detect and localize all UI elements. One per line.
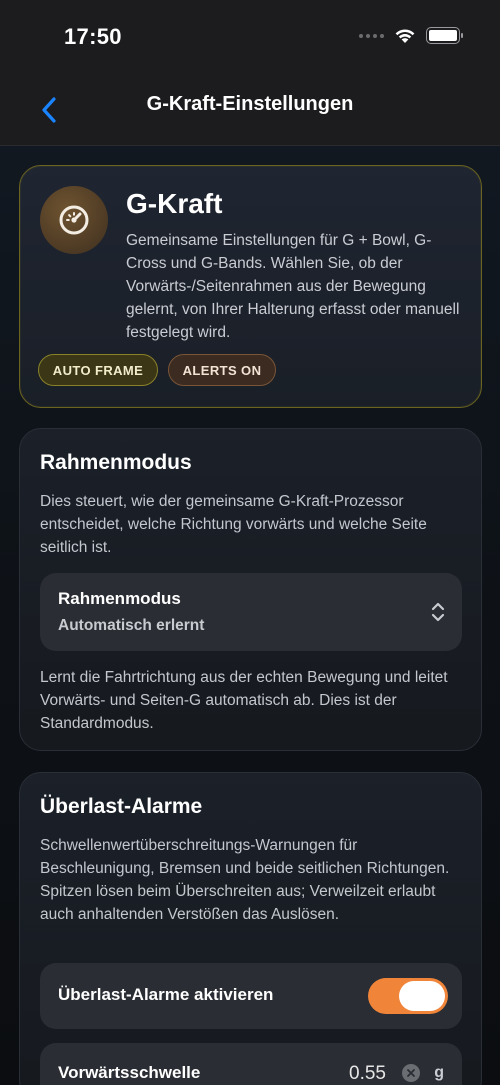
frame-mode-card: Rahmenmodus Dies steuert, wie der gemein…	[19, 428, 482, 751]
cellular-signal-icon	[359, 33, 384, 38]
page-title: G-Kraft-Einstellungen	[146, 93, 354, 115]
forward-threshold-input[interactable]: 0.55	[349, 1063, 386, 1085]
enable-alarms-toggle[interactable]	[368, 978, 448, 1014]
enable-alarms-label: Überlast-Alarme aktivieren	[58, 985, 274, 1004]
overload-alarms-card: Überlast-Alarme Schwellenwertüberschreit…	[19, 772, 482, 1085]
hero-description: Gemeinsame Einstellungen für G + Bowl, G…	[126, 232, 460, 341]
clear-icon[interactable]	[402, 1064, 420, 1082]
forward-threshold-label: Vorwärtsschwelle	[58, 1063, 201, 1082]
frame-mode-footnote: Lernt die Fahrtrichtung aus der echten B…	[40, 669, 448, 732]
frame-mode-picker-value: Automatisch erlernt	[58, 617, 205, 634]
status-icons	[359, 27, 463, 44]
status-bar: 17:50	[0, 0, 500, 76]
status-time: 17:50	[64, 24, 122, 49]
hero-title: G-Kraft	[126, 188, 223, 219]
battery-icon	[426, 27, 463, 44]
gauge-icon	[40, 186, 108, 254]
overload-alarms-title: Überlast-Alarme	[40, 795, 203, 818]
wifi-icon	[395, 29, 415, 43]
enable-alarms-row: Überlast-Alarme aktivieren	[40, 963, 462, 1029]
navigation-bar: G-Kraft-Einstellungen	[0, 76, 500, 146]
frame-mode-picker[interactable]: Rahmenmodus Automatisch erlernt	[40, 573, 462, 651]
overload-alarms-description: Schwellenwertüberschreitungs-Warnungen f…	[40, 837, 450, 923]
frame-mode-title: Rahmenmodus	[40, 451, 192, 474]
g-force-summary-card: G-Kraft Gemeinsame Einstellungen für G +…	[19, 165, 482, 408]
forward-threshold-row: Vorwärtsschwelle 0.55 g	[40, 1043, 462, 1085]
frame-mode-description: Dies steuert, wie der gemeinsame G-Kraft…	[40, 493, 427, 556]
threshold-unit: g	[434, 1064, 444, 1081]
toggle-knob	[399, 981, 445, 1011]
frame-mode-picker-label: Rahmenmodus	[58, 589, 181, 608]
alerts-on-badge: ALERTS ON	[168, 354, 276, 386]
auto-frame-badge: AUTO FRAME	[38, 354, 158, 386]
chevron-up-down-icon	[431, 602, 445, 622]
